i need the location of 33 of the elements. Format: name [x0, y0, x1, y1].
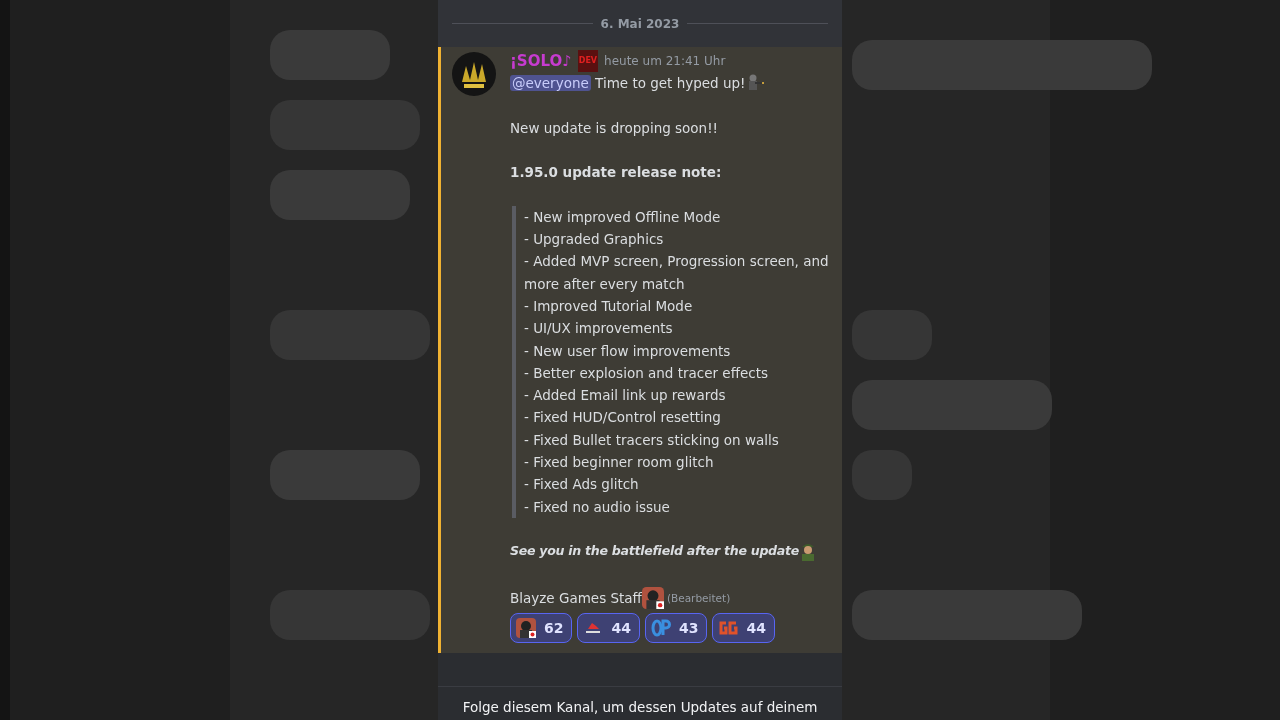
- list-item: - New user flow improvements: [524, 341, 732, 361]
- reaction-button[interactable]: 62: [510, 612, 573, 643]
- message-text: Time to get hyped up!: [595, 75, 746, 91]
- list-item: - Added MVP screen, Progression screen, and more after every match: [524, 252, 830, 294]
- avatar-icon: [452, 52, 496, 96]
- list-item: - New improved Offline Mode: [524, 207, 722, 227]
- op-emoji-icon: [650, 617, 671, 638]
- list-item: - Fixed Ads glitch: [524, 475, 640, 495]
- figure-emoji-icon: [641, 586, 664, 609]
- soldier-emoji-icon: [799, 541, 817, 562]
- list-item: - Fixed no audio issue: [524, 497, 671, 517]
- list-item: - Improved Tutorial Mode: [524, 296, 694, 316]
- follow-notice: Folge diesem Kanal, um dessen Updates auf deinem: [461, 697, 819, 715]
- timestamp: heute um 21:41 Uhr: [604, 52, 726, 70]
- reaction-button[interactable]: 43: [644, 612, 708, 643]
- list-item: - Fixed beginner room glitch: [524, 453, 715, 473]
- date-divider: 6. Mai 2023: [600, 16, 680, 31]
- list-item: - Fixed Bullet tracers sticking on walls: [524, 430, 780, 450]
- list-item: - Fixed HUD/Control resetting: [524, 408, 722, 428]
- edited-label: (Bearbeitet): [666, 590, 731, 606]
- signature-text: Blayze Games Staff: [510, 588, 642, 608]
- list-item: - UI/UX improvements: [524, 319, 674, 339]
- list-item: - Better explosion and tracer effects: [524, 363, 770, 383]
- reaction-button[interactable]: 44: [577, 612, 640, 643]
- list-item: - Added Email link up rewards: [524, 386, 727, 406]
- reaction-button[interactable]: 44: [712, 612, 775, 643]
- list-item: - Upgraded Graphics: [524, 230, 665, 250]
- figure-emoji-icon: [516, 617, 536, 638]
- message-text: See you in the battlefield after the update: [510, 542, 799, 561]
- message-heading: 1.95.0 update release note:: [510, 163, 723, 183]
- mention-link[interactable]: @everyone: [510, 75, 591, 91]
- role-badge: DEV: [577, 49, 599, 73]
- message-text: New update is dropping soon!!: [510, 118, 719, 138]
